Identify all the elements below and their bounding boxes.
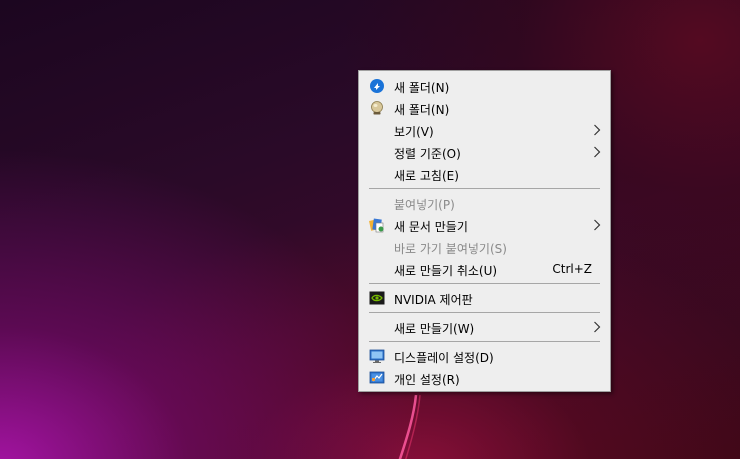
menu-item-display-settings[interactable]: 디스플레이 설정(D) xyxy=(359,345,610,367)
chevron-right-icon xyxy=(593,146,601,158)
menu-item-label: NVIDIA 제어판 xyxy=(394,293,473,307)
menu-item-label: 새 폴더(N) xyxy=(394,81,450,95)
documents-icon xyxy=(369,217,385,233)
menu-item-new-folder-2[interactable]: 새 폴더(N) xyxy=(359,97,610,119)
menu-item-label: 새로 만들기 취소(U) xyxy=(394,264,498,278)
menu-item-sort-by[interactable]: 정렬 기준(O) xyxy=(359,141,610,163)
menu-item-label: 바로 가기 붙여넣기(S) xyxy=(394,242,507,256)
menu-item-refresh[interactable]: 새로 고침(E) xyxy=(359,163,610,185)
nvidia-icon xyxy=(369,290,385,306)
menu-item-label: 개인 설정(R) xyxy=(394,373,460,387)
menu-separator xyxy=(369,341,600,342)
menu-separator xyxy=(369,312,600,313)
blue-circle-arrow-icon xyxy=(369,78,385,94)
menu-item-paste-shortcut[interactable]: 바로 가기 붙여넣기(S) xyxy=(359,236,610,258)
menu-item-label: 새로 만들기(W) xyxy=(394,322,475,336)
menu-item-label: 정렬 기준(O) xyxy=(394,147,461,161)
globe-bulb-icon xyxy=(369,100,385,116)
menu-separator xyxy=(369,188,600,189)
menu-item-view[interactable]: 보기(V) xyxy=(359,119,610,141)
personalize-icon xyxy=(369,370,385,386)
chevron-right-icon xyxy=(593,219,601,231)
menu-item-undo-new[interactable]: 새로 만들기 취소(U) Ctrl+Z xyxy=(359,258,610,280)
menu-item-label: 붙여넣기(P) xyxy=(394,198,455,212)
menu-item-new[interactable]: 새로 만들기(W) xyxy=(359,316,610,338)
menu-item-label: 디스플레이 설정(D) xyxy=(394,351,494,365)
menu-item-personalize[interactable]: 개인 설정(R) xyxy=(359,367,610,389)
wallpaper-light-streak xyxy=(398,395,421,459)
menu-item-shortcut: Ctrl+Z xyxy=(552,262,592,276)
menu-item-new-folder-1[interactable]: 새 폴더(N) xyxy=(359,75,610,97)
menu-item-nvidia-control-panel[interactable]: NVIDIA 제어판 xyxy=(359,287,610,309)
menu-item-label: 보기(V) xyxy=(394,125,434,139)
menu-separator xyxy=(369,283,600,284)
menu-item-label: 새 문서 만들기 xyxy=(394,220,468,234)
context-menu: 새 폴더(N) 새 폴더(N) 보기(V) 정렬 기준(O) 새로 고침(E) … xyxy=(358,70,611,392)
menu-item-paste[interactable]: 붙여넣기(P) xyxy=(359,192,610,214)
chevron-right-icon xyxy=(593,321,601,333)
menu-item-new-document[interactable]: 새 문서 만들기 xyxy=(359,214,610,236)
chevron-right-icon xyxy=(593,124,601,136)
monitor-icon xyxy=(369,348,385,364)
menu-item-label: 새 폴더(N) xyxy=(394,103,450,117)
menu-item-label: 새로 고침(E) xyxy=(394,169,459,183)
